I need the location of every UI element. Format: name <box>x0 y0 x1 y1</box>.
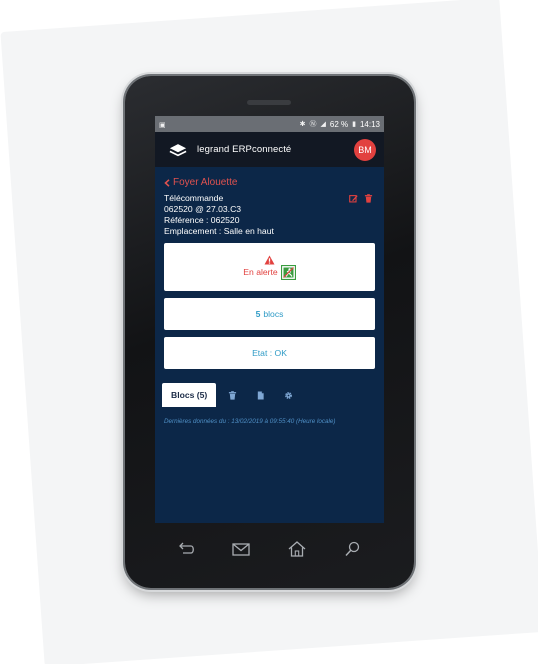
app-header: legrand ERPconnecté BM <box>155 132 384 167</box>
last-data-note: Dernières données du : 13/02/2019 à 09:5… <box>164 418 336 425</box>
user-avatar[interactable]: BM <box>354 138 376 161</box>
tab-trash[interactable] <box>220 390 244 400</box>
home-icon <box>288 541 306 557</box>
trash-icon[interactable] <box>364 194 373 203</box>
state-card[interactable]: Etat : OK <box>164 337 375 369</box>
emergency-exit-icon <box>280 264 296 280</box>
blocks-card[interactable]: 5 blocs <box>164 298 375 330</box>
phone-screen: ▣ ✱ Ⓝ ◢ 62 % ▮ 14:13 legrand ERPconnecté… <box>155 116 384 523</box>
battery-percent: 62 % <box>329 119 349 129</box>
alert-label: En alerte <box>243 267 278 277</box>
main-content: Foyer Alouette Télécommande 062520 @ 27.… <box>155 167 384 427</box>
gear-icon <box>284 391 292 399</box>
status-time: 14:13 <box>359 119 380 129</box>
edit-icon[interactable] <box>349 194 358 203</box>
back-button[interactable] <box>173 538 199 560</box>
status-bar: ▣ ✱ Ⓝ ◢ 62 % ▮ 14:13 <box>155 116 384 132</box>
search-button[interactable] <box>339 538 365 560</box>
image-icon: ▣ <box>159 121 166 129</box>
nfc-icon: Ⓝ <box>309 121 317 128</box>
back-arrow-icon <box>179 542 194 554</box>
tab-document[interactable] <box>248 390 272 400</box>
phone-speaker <box>247 100 291 105</box>
breadcrumb-label: Foyer Alouette <box>173 177 238 188</box>
alert-status: En alerte <box>243 264 296 280</box>
alert-card[interactable]: En alerte <box>164 243 375 291</box>
android-nav-bar <box>173 534 365 564</box>
bluetooth-icon: ✱ <box>299 121 306 128</box>
home-button[interactable] <box>284 538 310 560</box>
state-label: Etat : OK <box>252 348 287 358</box>
trash-icon <box>228 390 236 400</box>
tab-settings[interactable] <box>276 391 300 400</box>
warning-icon <box>264 254 275 265</box>
device-id: 062520 @ 27.03.C3 <box>164 204 242 214</box>
chevron-left-icon <box>164 178 170 187</box>
detail-actions <box>349 194 373 203</box>
back-link[interactable]: Foyer Alouette <box>164 177 375 188</box>
device-details: Télécommande 062520 @ 27.03.C3 Référence… <box>164 193 375 237</box>
document-icon <box>257 390 264 400</box>
device-name: Télécommande <box>164 193 224 203</box>
signal-icon: ◢ <box>320 121 326 128</box>
mail-button[interactable] <box>228 538 254 560</box>
blocks-label: blocs <box>263 309 284 319</box>
mail-icon <box>232 543 250 556</box>
tab-blocs[interactable]: Blocs (5) <box>162 383 217 407</box>
device-reference: Référence : 062520 <box>164 215 240 225</box>
phone-device: ▣ ✱ Ⓝ ◢ 62 % ▮ 14:13 legrand ERPconnecté… <box>125 76 414 588</box>
search-icon <box>345 541 360 557</box>
tab-bar: Blocs (5) <box>162 383 375 407</box>
legrand-logo-icon <box>169 143 187 156</box>
blocks-count: 5 <box>255 309 261 319</box>
battery-icon: ▮ <box>352 121 356 128</box>
app-title: legrand ERPconnecté <box>197 144 292 155</box>
device-location: Emplacement : Salle en haut <box>164 226 274 236</box>
